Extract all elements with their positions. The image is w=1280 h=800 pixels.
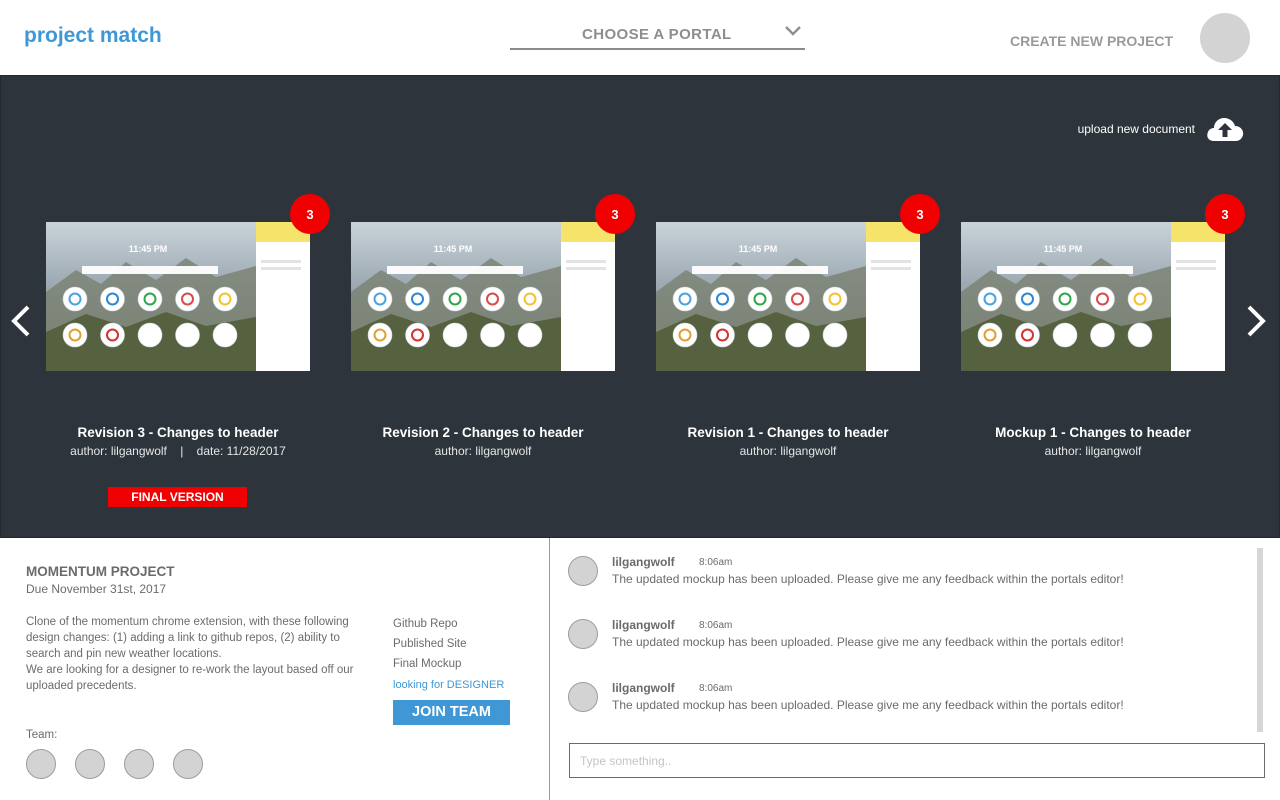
upload-label: upload new document xyxy=(1077,122,1195,136)
project-description-paragraph: Clone of the momentum chrome extension, … xyxy=(26,616,349,660)
message-timestamp: 8:06am xyxy=(699,620,733,631)
chat-message: lilgangwolf 8:06am The updated mockup ha… xyxy=(568,601,1228,649)
document-thumbnail[interactable]: 11:45 PM 3 xyxy=(46,194,330,371)
document-gallery: upload new document 11:45 PM 3 Revision … xyxy=(0,75,1280,538)
team-member-avatar[interactable] xyxy=(173,749,203,779)
svg-text:11:45 PM: 11:45 PM xyxy=(1044,244,1083,254)
svg-text:11:45 PM: 11:45 PM xyxy=(739,244,778,254)
portal-dropdown[interactable]: CHOOSE A PORTAL xyxy=(510,18,805,50)
looking-for-label: looking for DESIGNER xyxy=(393,679,505,691)
chat-message: lilgangwolf 8:06am The updated mockup ha… xyxy=(568,538,1228,586)
chevron-down-icon xyxy=(785,26,801,36)
create-project-button[interactable]: CREATE NEW PROJECT xyxy=(1010,33,1173,49)
upload-document-button[interactable]: upload new document xyxy=(1078,114,1245,144)
chat-panel: lilgangwolf 8:06am The updated mockup ha… xyxy=(550,538,1280,800)
final-mockup-link[interactable]: Final Mockup xyxy=(393,654,467,674)
next-arrow-icon[interactable] xyxy=(1244,304,1268,338)
thumbnail-image: 11:45 PM xyxy=(961,222,1225,371)
document-title: Mockup 1 - Changes to header xyxy=(995,425,1191,440)
document-card[interactable]: 11:45 PM 3 Mockup 1 - Changes to header … xyxy=(961,194,1245,458)
comment-count-badge[interactable]: 3 xyxy=(900,194,940,234)
message-avatar[interactable] xyxy=(568,556,598,586)
chat-message: lilgangwolf 8:06am The updated mockup ha… xyxy=(568,664,1228,712)
thumbnail-image: 11:45 PM xyxy=(351,222,615,371)
cloud-upload-icon xyxy=(1207,118,1244,141)
document-card[interactable]: 11:45 PM 3 Revision 3 - Changes to heade… xyxy=(46,194,330,507)
message-text: The updated mockup has been uploaded. Pl… xyxy=(612,635,1124,649)
final-version-badge: FINAL VERSION xyxy=(108,487,247,507)
message-timestamp: 8:06am xyxy=(699,683,733,694)
previous-arrow-icon[interactable] xyxy=(9,304,33,338)
document-card[interactable]: 11:45 PM 3 Revision 2 - Changes to heade… xyxy=(351,194,635,458)
project-title: MOMENTUM PROJECT xyxy=(26,564,175,579)
message-avatar[interactable] xyxy=(568,682,598,712)
document-meta: author: lilgangwolf xyxy=(434,444,532,458)
project-due-date: Due November 31st, 2017 xyxy=(26,582,167,596)
thumbnail-image: 11:45 PM xyxy=(46,222,310,371)
app-logo[interactable]: project match xyxy=(24,24,162,48)
svg-text:11:45 PM: 11:45 PM xyxy=(434,244,473,254)
message-author[interactable]: lilgangwolf xyxy=(612,555,675,569)
team-member-avatar[interactable] xyxy=(26,749,56,779)
document-title: Revision 3 - Changes to header xyxy=(77,425,279,440)
published-site-link[interactable]: Published Site xyxy=(393,634,467,654)
top-bar: project match CHOOSE A PORTAL CREATE NEW… xyxy=(0,0,1280,75)
project-links: Github Repo Published Site Final Mockup xyxy=(393,614,467,674)
svg-text:11:45 PM: 11:45 PM xyxy=(129,244,168,254)
document-meta: author: lilgangwolf xyxy=(739,444,837,458)
join-team-button[interactable]: JOIN TEAM xyxy=(393,700,510,725)
team-member-avatar[interactable] xyxy=(75,749,105,779)
message-text: The updated mockup has been uploaded. Pl… xyxy=(612,698,1124,712)
project-description: Clone of the momentum chrome extension, … xyxy=(26,614,366,694)
document-card[interactable]: 11:45 PM 3 Revision 1 - Changes to heade… xyxy=(656,194,940,458)
document-title: Revision 1 - Changes to header xyxy=(687,425,889,440)
portal-dropdown-label: CHOOSE A PORTAL xyxy=(582,26,732,43)
team-label: Team: xyxy=(26,729,58,741)
thumbnail-image: 11:45 PM xyxy=(656,222,920,371)
document-thumbnail[interactable]: 11:45 PM 3 xyxy=(351,194,635,371)
message-text: The updated mockup has been uploaded. Pl… xyxy=(612,572,1124,586)
comment-count-badge[interactable]: 3 xyxy=(290,194,330,234)
document-thumbnail[interactable]: 11:45 PM 3 xyxy=(656,194,940,371)
message-author[interactable]: lilgangwolf xyxy=(612,681,675,695)
document-meta: author: lilgangwolf xyxy=(1044,444,1142,458)
chat-scrollbar[interactable] xyxy=(1257,548,1263,732)
comment-count-badge[interactable]: 3 xyxy=(595,194,635,234)
comment-count-badge[interactable]: 3 xyxy=(1205,194,1245,234)
message-timestamp: 8:06am xyxy=(699,557,733,568)
user-avatar[interactable] xyxy=(1200,13,1250,63)
team-member-avatar[interactable] xyxy=(124,749,154,779)
project-info-panel: MOMENTUM PROJECT Due November 31st, 2017… xyxy=(0,538,549,800)
project-description-paragraph: We are looking for a designer to re-work… xyxy=(26,664,354,692)
team-members xyxy=(26,749,222,779)
document-thumbnail[interactable]: 11:45 PM 3 xyxy=(961,194,1245,371)
document-title: Revision 2 - Changes to header xyxy=(382,425,584,440)
document-meta: author: lilgangwolf | date: 11/28/2017 xyxy=(70,444,286,458)
message-avatar[interactable] xyxy=(568,619,598,649)
github-repo-link[interactable]: Github Repo xyxy=(393,614,467,634)
chat-message-input[interactable] xyxy=(569,743,1265,778)
message-author[interactable]: lilgangwolf xyxy=(612,618,675,632)
